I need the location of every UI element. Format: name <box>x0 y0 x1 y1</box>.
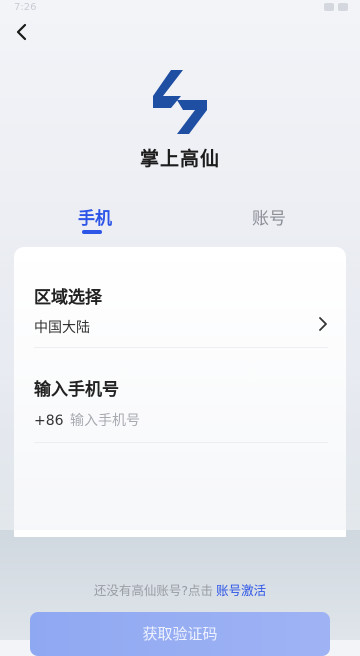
signup-text: 还没有高仙账号?点击 <box>93 583 214 598</box>
tab-active-indicator <box>82 230 102 234</box>
tab-account[interactable]: 账号 <box>252 204 286 229</box>
region-title: 区域选择 <box>34 288 102 308</box>
chevron-right-icon <box>319 317 327 331</box>
phone-title: 输入手机号 <box>34 380 119 400</box>
app-name: 掌上高仙 <box>139 148 220 170</box>
gausium-logo-icon <box>153 70 207 134</box>
status-icons <box>324 3 348 11</box>
status-time: 7:26 <box>14 2 37 13</box>
account-activate-link[interactable]: 账号激活 <box>216 583 266 598</box>
back-button[interactable] <box>8 18 36 46</box>
get-code-button[interactable]: 获取验证码 <box>30 612 330 656</box>
divider <box>34 347 328 348</box>
battery-icon <box>338 3 348 11</box>
back-arrow-icon <box>16 23 27 41</box>
wifi-icon <box>324 3 334 11</box>
signup-row: 还没有高仙账号?点击 账号激活 <box>0 580 360 599</box>
divider <box>34 442 328 443</box>
status-bar: 7:26 <box>0 0 360 18</box>
tab-phone[interactable]: 手机 <box>78 204 112 229</box>
country-code[interactable]: +86 <box>34 413 64 429</box>
phone-input[interactable] <box>66 408 324 434</box>
region-value: 中国大陆 <box>34 320 90 336</box>
